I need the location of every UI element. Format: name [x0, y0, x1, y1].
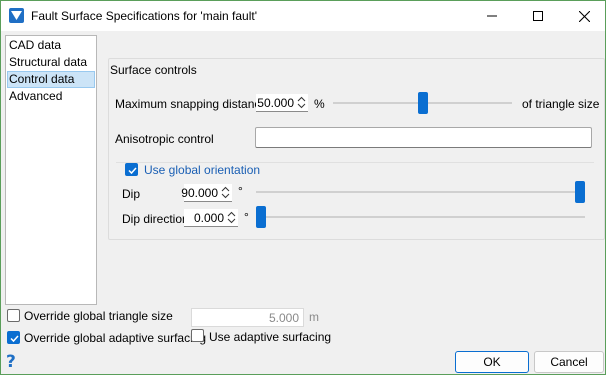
snapping-distance-value: 50.000: [257, 96, 294, 110]
dip-direction-slider-track[interactable]: [256, 216, 585, 218]
app-icon: [9, 8, 24, 23]
override-adaptive-checkbox[interactable]: [7, 331, 20, 344]
global-orientation-checkbox[interactable]: [125, 163, 138, 176]
title-bar: Fault Surface Specifications for 'main f…: [1, 1, 605, 31]
snapping-distance-spinbox[interactable]: 50.000: [256, 94, 308, 112]
minimize-button[interactable]: [469, 1, 515, 31]
dip-label: Dip: [122, 187, 141, 201]
cancel-button[interactable]: Cancel: [534, 351, 604, 373]
override-triangle-checkbox[interactable]: [7, 309, 20, 322]
dip-direction-value: 0.000: [193, 211, 224, 225]
help-icon[interactable]: ?: [6, 353, 20, 371]
triangle-size-unit: m: [309, 310, 319, 324]
anisotropic-label: Anisotropic control: [115, 132, 214, 146]
snapping-suffix: of triangle size: [522, 97, 600, 111]
window-title: Fault Surface Specifications for 'main f…: [31, 9, 258, 23]
spin-arrows-icon[interactable]: [297, 96, 306, 109]
spin-arrows-icon[interactable]: [227, 211, 236, 224]
nav-item-advanced[interactable]: Advanced: [7, 88, 95, 105]
dip-direction-unit: °: [244, 210, 249, 224]
dip-slider-track[interactable]: [256, 191, 585, 193]
maximize-icon: [533, 11, 543, 21]
dip-spinbox[interactable]: 90.000: [181, 184, 232, 202]
checkmark-icon: [128, 167, 137, 175]
ok-button[interactable]: OK: [455, 351, 529, 373]
maximize-button[interactable]: [515, 1, 561, 31]
snapping-slider-thumb[interactable]: [418, 92, 428, 114]
minimize-icon: [487, 15, 497, 17]
use-adaptive-label[interactable]: Use adaptive surfacing: [209, 330, 331, 344]
override-adaptive-label[interactable]: Override global adaptive surfacing: [24, 331, 206, 345]
snapping-distance-label: Maximum snapping distance: [115, 97, 268, 111]
surface-controls-label: Surface controls: [110, 63, 197, 77]
dip-slider-thumb[interactable]: [575, 181, 585, 203]
use-adaptive-checkbox[interactable]: [191, 329, 204, 342]
section-list[interactable]: CAD data Structural data Control data Ad…: [5, 35, 97, 305]
triangle-size-input[interactable]: 5.000: [191, 308, 304, 327]
global-orientation-label[interactable]: Use global orientation: [144, 163, 260, 177]
nav-item-control-data[interactable]: Control data: [7, 71, 95, 88]
dip-direction-label: Dip direction: [122, 212, 189, 226]
close-button[interactable]: [561, 1, 606, 31]
override-triangle-label[interactable]: Override global triangle size: [24, 309, 173, 323]
dip-value: 90.000: [181, 186, 218, 200]
dip-direction-slider-thumb[interactable]: [256, 206, 266, 228]
dip-direction-spinbox[interactable]: 0.000: [184, 209, 238, 227]
checkmark-icon: [10, 335, 19, 343]
nav-item-structural-data[interactable]: Structural data: [7, 54, 95, 71]
snapping-unit: %: [314, 97, 325, 111]
spin-arrows-icon[interactable]: [221, 186, 230, 199]
triangle-size-value: 5.000: [268, 311, 299, 325]
anisotropic-input[interactable]: [255, 127, 592, 148]
close-icon: [578, 10, 590, 22]
dip-unit: °: [238, 184, 243, 198]
dialog-window: Fault Surface Specifications for 'main f…: [0, 0, 606, 375]
nav-item-cad-data[interactable]: CAD data: [7, 37, 95, 54]
